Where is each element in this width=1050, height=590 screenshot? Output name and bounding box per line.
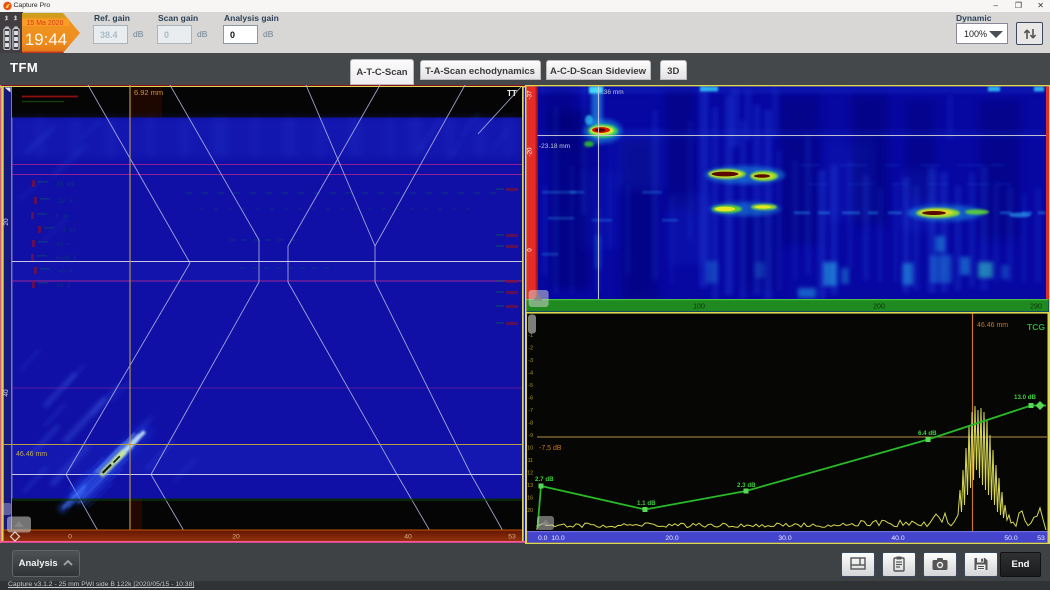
svg-text:-23.18 mm: -23.18 mm (539, 143, 570, 150)
svg-text:6.4 dB: 6.4 dB (918, 430, 937, 437)
svg-text:0.0: 0.0 (538, 535, 548, 542)
svg-text:40.0: 40.0 (891, 535, 904, 542)
svg-text:200: 200 (873, 304, 885, 311)
svg-text:290: 290 (1030, 304, 1042, 311)
svg-text:2.7 dB: 2.7 dB (535, 476, 554, 483)
svg-text:-2: -2 (528, 346, 533, 352)
svg-text:40: 40 (404, 534, 412, 541)
svg-text:53: 53 (1037, 535, 1045, 542)
svg-text:100: 100 (693, 304, 705, 311)
svg-text:-4: -4 (528, 371, 533, 377)
svg-text:30.0: 30.0 (778, 535, 791, 542)
svg-text:50.0: 50.0 (1004, 535, 1017, 542)
svg-text:-10: -10 (526, 446, 534, 452)
svg-text:#2 =: #2 = (56, 241, 71, 248)
svg-text:20.0: 20.0 (665, 535, 678, 542)
svg-text:-9: -9 (528, 433, 533, 439)
svg-text:46.46 mm: 46.46 mm (16, 451, 47, 458)
svg-text:0: 0 (68, 534, 72, 541)
svg-text:-12: -12 (526, 471, 534, 477)
svg-text:-37: -37 (527, 90, 534, 100)
svg-text:#=28.2: #=28.2 (55, 255, 77, 262)
svg-text:-6: -6 (528, 396, 533, 402)
svg-text:0: 0 (527, 248, 534, 252)
svg-text:TCG: TCG (1027, 322, 1045, 332)
svg-text:46.46 mm: 46.46 mm (977, 322, 1008, 329)
svg-text:-5: -5 (528, 383, 533, 389)
svg-text:-7.5 dB: -7.5 dB (539, 445, 562, 452)
svg-text:13.0 dB: 13.0 dB (1014, 394, 1037, 401)
svg-text:15 Ma 2020: 15 Ma 2020 (27, 20, 64, 27)
svg-text:-11: -11 (526, 458, 533, 464)
svg-text:-20: -20 (526, 508, 534, 514)
svg-text:53: 53 (508, 534, 516, 541)
svg-text:40: 40 (3, 389, 10, 397)
svg-text:20: 20 (232, 534, 240, 541)
svg-text:-1: -1 (528, 333, 533, 339)
svg-text:38 mm: 38 mm (56, 181, 74, 188)
svg-text:10.0: 10.0 (551, 535, 564, 542)
svg-text:-16: -16 (526, 496, 534, 502)
svg-text:=3 #: =3 # (58, 268, 73, 275)
svg-text:20: 20 (3, 218, 10, 226)
svg-text:-13: -13 (526, 483, 534, 489)
svg-text:# 1=: # 1= (55, 213, 70, 220)
svg-text:-7: -7 (528, 408, 533, 414)
svg-text:2.3 dB: 2.3 dB (737, 482, 756, 489)
svg-text:1# #-: 1# #- (58, 198, 76, 205)
svg-text:1.1 dB: 1.1 dB (637, 500, 656, 507)
svg-text:19:44: 19:44 (25, 30, 68, 49)
svg-text:## 2: ## 2 (56, 282, 71, 289)
svg-text:TT: TT (507, 89, 517, 98)
svg-text:.36 mm: .36 mm (602, 89, 624, 96)
svg-text:-8: -8 (528, 421, 533, 427)
svg-text:4 ##: 4 ## (62, 227, 77, 234)
svg-text:-20: -20 (527, 147, 534, 157)
svg-text:-3: -3 (528, 358, 533, 364)
svg-text:6.92 mm: 6.92 mm (134, 88, 163, 97)
